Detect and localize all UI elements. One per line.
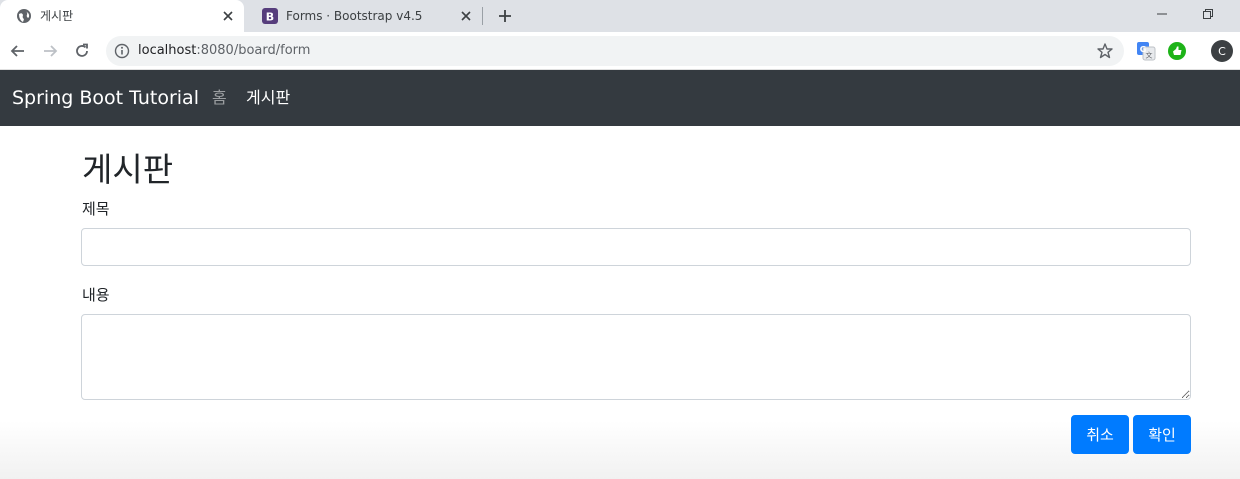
- navbar: Spring Boot Tutorial 홈 게시판: [0, 70, 1240, 126]
- globe-icon: [16, 8, 32, 24]
- arrow-right-icon: [44, 45, 58, 57]
- back-button[interactable]: [6, 39, 30, 63]
- star-icon[interactable]: [1096, 42, 1114, 60]
- minimize-button[interactable]: [1150, 4, 1174, 24]
- minimize-icon: [1157, 13, 1167, 15]
- forward-button[interactable]: [38, 39, 62, 63]
- title-input[interactable]: [81, 228, 1191, 266]
- address-bar[interactable]: localhost:8080/board/form: [106, 36, 1124, 66]
- content-textarea[interactable]: [81, 314, 1191, 400]
- close-icon[interactable]: [220, 8, 236, 24]
- nav-link-home[interactable]: 홈: [212, 88, 227, 108]
- arrow-left-icon: [10, 45, 24, 57]
- url-host: localhost: [138, 43, 197, 58]
- main-content: 게시판 제목 내용 취소 확인: [0, 126, 1240, 479]
- url-path: :8080/board/form: [196, 43, 311, 58]
- close-icon[interactable]: [458, 8, 474, 24]
- restore-icon: [1203, 9, 1213, 19]
- nav-link-board[interactable]: 게시판: [246, 88, 290, 108]
- browser-toolbar: localhost:8080/board/form G文 C: [0, 32, 1240, 70]
- title-label: 제목: [82, 200, 110, 218]
- cancel-button[interactable]: 취소: [1071, 415, 1129, 454]
- tab-title: 게시판: [40, 9, 74, 23]
- bootstrap-icon: B: [262, 8, 278, 24]
- google-translate-icon[interactable]: G文: [1136, 41, 1156, 61]
- reload-icon: [76, 43, 88, 57]
- browser-tab-strip: 게시판 B Forms · Bootstrap v4.5: [0, 0, 1240, 32]
- tab-bootstrap-forms[interactable]: B Forms · Bootstrap v4.5: [246, 0, 482, 32]
- tab-separator: [482, 7, 483, 25]
- url-text: localhost:8080/board/form: [138, 43, 310, 59]
- svg-text:B: B: [266, 11, 274, 24]
- tab-board[interactable]: 게시판: [0, 0, 244, 32]
- profile-avatar[interactable]: C: [1211, 40, 1233, 62]
- navbar-brand[interactable]: Spring Boot Tutorial: [12, 86, 199, 110]
- info-icon[interactable]: [114, 43, 130, 59]
- restore-button[interactable]: [1196, 4, 1220, 24]
- extension-icon[interactable]: [1167, 41, 1187, 61]
- reload-button[interactable]: [70, 39, 94, 63]
- plus-icon: [499, 10, 511, 22]
- page-title: 게시판: [82, 150, 174, 189]
- new-tab-button[interactable]: [494, 5, 516, 27]
- tab-title: Forms · Bootstrap v4.5: [286, 9, 423, 23]
- profile-initial: C: [1218, 44, 1226, 58]
- confirm-button[interactable]: 확인: [1133, 415, 1191, 454]
- svg-text:文: 文: [1146, 51, 1153, 60]
- content-label: 내용: [82, 286, 110, 304]
